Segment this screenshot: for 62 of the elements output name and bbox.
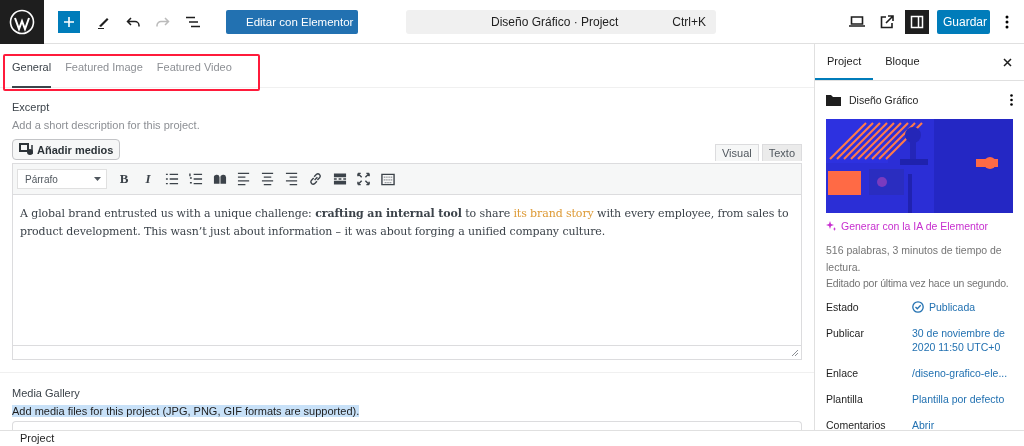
field-value-link[interactable]: 30 de noviembre de 2020 11:50 UTC+0 xyxy=(912,326,1012,354)
field-value-link[interactable]: /diseno-grafico-ele... xyxy=(912,366,1013,380)
fullscreen-icon[interactable] xyxy=(357,172,371,186)
command-bar[interactable]: Diseño Gráfico · Project Ctrl+K xyxy=(406,9,716,34)
format-select[interactable]: Párrafo xyxy=(17,169,107,189)
field-value-link[interactable]: Plantilla por defecto xyxy=(912,392,1013,406)
field-label: Excerpt xyxy=(12,101,51,113)
laptop-icon[interactable] xyxy=(849,16,865,27)
wordpress-logo-icon[interactable] xyxy=(9,8,35,35)
close-icon[interactable] xyxy=(1003,57,1012,67)
field-label: Comentarios xyxy=(826,418,887,430)
word-count-text: 516 palabras, 3 minutos de tiempo de lectura. xyxy=(826,243,1003,275)
bold-button[interactable]: B xyxy=(117,171,131,187)
list-view-icon[interactable] xyxy=(186,15,200,28)
help-text: Add media files for this project (JPG, PNG, GIF formats are supported). xyxy=(12,405,360,417)
sidebar-icon xyxy=(910,14,924,29)
italic-button[interactable]: I xyxy=(141,171,155,187)
quote-icon[interactable] xyxy=(213,172,227,186)
more-options-icon[interactable] xyxy=(1005,14,1009,29)
ai-generate-link[interactable]: Generar con la IA de Elementor xyxy=(826,220,1013,232)
caret-icon xyxy=(94,177,101,181)
numbered-list-icon[interactable] xyxy=(189,172,203,186)
field-label: Estado xyxy=(826,300,860,314)
media-icon xyxy=(19,142,35,157)
keyboard-icon[interactable] xyxy=(381,172,395,186)
help-text: Add a short description for this project. xyxy=(12,119,201,131)
breadcrumb[interactable]: Project xyxy=(20,432,55,444)
tab[interactable]: Featured Video xyxy=(156,44,232,88)
undo-icon[interactable] xyxy=(126,15,140,28)
resize-handle-icon[interactable] xyxy=(792,349,798,356)
add-block-button[interactable] xyxy=(58,10,80,33)
field-label: Enlace xyxy=(826,366,860,380)
field-label: Publicar xyxy=(826,326,865,340)
read-more-icon[interactable] xyxy=(333,172,347,186)
align-right-icon[interactable] xyxy=(285,172,299,186)
check-circle-icon xyxy=(912,301,924,313)
folder-icon xyxy=(826,94,841,106)
more-options-icon[interactable] xyxy=(1010,94,1013,106)
save-button[interactable]: Guardar xyxy=(937,9,990,34)
sidebar-tab[interactable]: Project xyxy=(815,44,874,80)
plus-icon xyxy=(63,15,75,28)
add-media-button[interactable]: Añadir medios xyxy=(12,139,121,160)
field-value-link[interactable]: Abrir xyxy=(912,418,1013,430)
excerpt-text[interactable]: A global brand entrusted us with a unique challenge: crafting an internal tool to share its brand story with every employee, from sales to product development. This wasn’t just about information – it was about forging a unified company culture. xyxy=(13,195,801,345)
edit-with-elementor-button[interactable]: Editar con Elementor xyxy=(226,9,358,34)
editor-mode-tab[interactable]: Visual xyxy=(714,144,759,161)
sidebar-toggle[interactable] xyxy=(905,9,929,34)
external-link-icon[interactable] xyxy=(880,14,894,29)
editor-mode-tab[interactable]: Texto xyxy=(761,144,802,161)
align-left-icon[interactable] xyxy=(237,172,251,186)
sidebar-tab[interactable]: Bloque xyxy=(873,44,932,80)
align-center-icon[interactable] xyxy=(261,172,275,186)
status-button[interactable]: Publicada xyxy=(912,300,1013,314)
link-icon[interactable] xyxy=(309,172,323,186)
post-type-title: Diseño Gráfico xyxy=(849,94,920,106)
field-label: Media Gallery xyxy=(12,387,81,399)
field-label: Plantilla xyxy=(826,392,864,406)
tab[interactable]: Featured Image xyxy=(65,44,143,88)
sparkle-icon xyxy=(826,221,836,231)
tab[interactable]: General xyxy=(12,44,52,88)
bullet-list-icon[interactable] xyxy=(165,172,179,186)
last-edited-text: Editado por última vez hace un segundo. xyxy=(826,277,1010,289)
